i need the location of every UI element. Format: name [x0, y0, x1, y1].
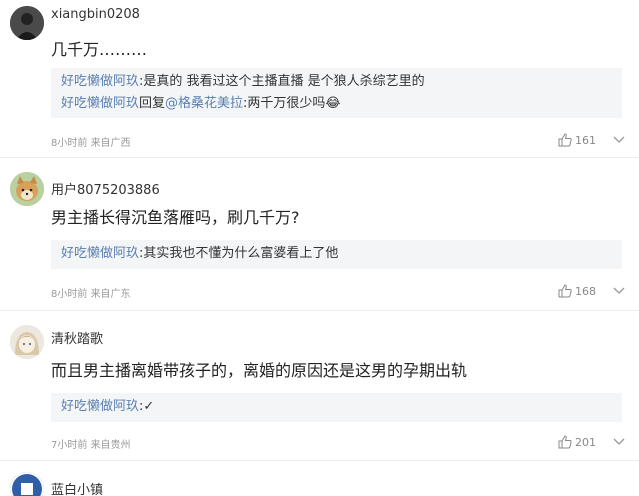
reply-author[interactable]: 好吃懒做阿玖 [61, 399, 139, 414]
comment-meta: 8小时前 来自广东 [51, 285, 131, 300]
comment-item: 蓝白小镇 [0, 462, 639, 496]
like-count: 168 [575, 284, 596, 298]
username[interactable]: xiangbin0208 [51, 7, 140, 22]
reply-author[interactable]: 好吃懒做阿玖 [61, 74, 139, 89]
reply-author[interactable]: 好吃懒做阿玖 [61, 246, 139, 261]
reply-mention[interactable]: @格桑花美拉 [165, 96, 243, 111]
username[interactable]: 蓝白小镇 [51, 479, 103, 496]
like-button[interactable]: 168 [558, 284, 596, 298]
reply-text: 是真的 我看过这个主播直播 是个狼人杀综艺里的 [143, 74, 425, 89]
thumbs-up-icon [558, 435, 572, 449]
reply-text: :两千万很少吗😂 [243, 96, 341, 111]
reply-text: ✓ [143, 399, 155, 414]
avatar[interactable] [10, 325, 44, 359]
like-button[interactable]: 161 [558, 133, 596, 147]
comment-meta: 8小时前 来自广西 [51, 134, 131, 149]
username[interactable]: 清秋踏歌 [51, 328, 103, 347]
divider [0, 460, 639, 461]
comment-meta: 7小时前 来自贵州 [51, 436, 131, 451]
divider [0, 310, 639, 311]
reply-box[interactable]: 好吃懒做阿玖:✓ [51, 393, 622, 422]
comment-item: 用户8075203886 男主播长得沉鱼落雁吗，刷几千万? 好吃懒做阿玖:其实我… [0, 160, 639, 308]
thumbs-up-icon [558, 284, 572, 298]
reply-separator: 回复 [139, 96, 166, 111]
comment-time: 8小时前 [51, 289, 88, 300]
reply-line: 好吃懒做阿玖:✓ [61, 396, 612, 418]
comment-item: 清秋踏歌 而且男主播离婚带孩子的，离婚的原因还是这男的孕期出轨 好吃懒做阿玖:✓… [0, 313, 639, 458]
avatar[interactable] [10, 172, 44, 206]
comment-time: 8小时前 [51, 138, 88, 149]
more-chevron-icon[interactable] [612, 435, 626, 449]
thumbs-up-icon [558, 133, 572, 147]
reply-line: 好吃懒做阿玖回复@格桑花美拉:两千万很少吗😂 [61, 93, 612, 115]
divider [0, 157, 639, 158]
avatar[interactable] [10, 6, 44, 40]
like-count: 161 [575, 133, 596, 147]
reply-box[interactable]: 好吃懒做阿玖:其实我也不懂为什么富婆看上了他 [51, 240, 622, 269]
more-chevron-icon[interactable] [612, 133, 626, 147]
reply-line: 好吃懒做阿玖:其实我也不懂为什么富婆看上了他 [61, 243, 612, 265]
comment-text: 男主播长得沉鱼落雁吗，刷几千万? [51, 208, 300, 227]
comment-location: 来自贵州 [90, 440, 131, 451]
username[interactable]: 用户8075203886 [51, 179, 160, 198]
comment-text: 而且男主播离婚带孩子的，离婚的原因还是这男的孕期出轨 [51, 361, 468, 380]
reply-text: 其实我也不懂为什么富婆看上了他 [143, 246, 339, 261]
reply-line: 好吃懒做阿玖:是真的 我看过这个主播直播 是个狼人杀综艺里的 [61, 71, 612, 93]
comment-location: 来自广西 [90, 138, 131, 149]
reply-box[interactable]: 好吃懒做阿玖:是真的 我看过这个主播直播 是个狼人杀综艺里的 好吃懒做阿玖回复@… [51, 68, 622, 118]
more-chevron-icon[interactable] [612, 284, 626, 298]
like-count: 201 [575, 435, 596, 449]
like-button[interactable]: 201 [558, 435, 596, 449]
comment-time: 7小时前 [51, 440, 88, 451]
comment-text: 几千万……… [51, 40, 148, 59]
comment-item: xiangbin0208 几千万……… 好吃懒做阿玖:是真的 我看过这个主播直播… [0, 0, 639, 155]
reply-author[interactable]: 好吃懒做阿玖 [61, 96, 139, 111]
comment-location: 来自广东 [90, 289, 131, 300]
avatar[interactable] [10, 472, 44, 496]
